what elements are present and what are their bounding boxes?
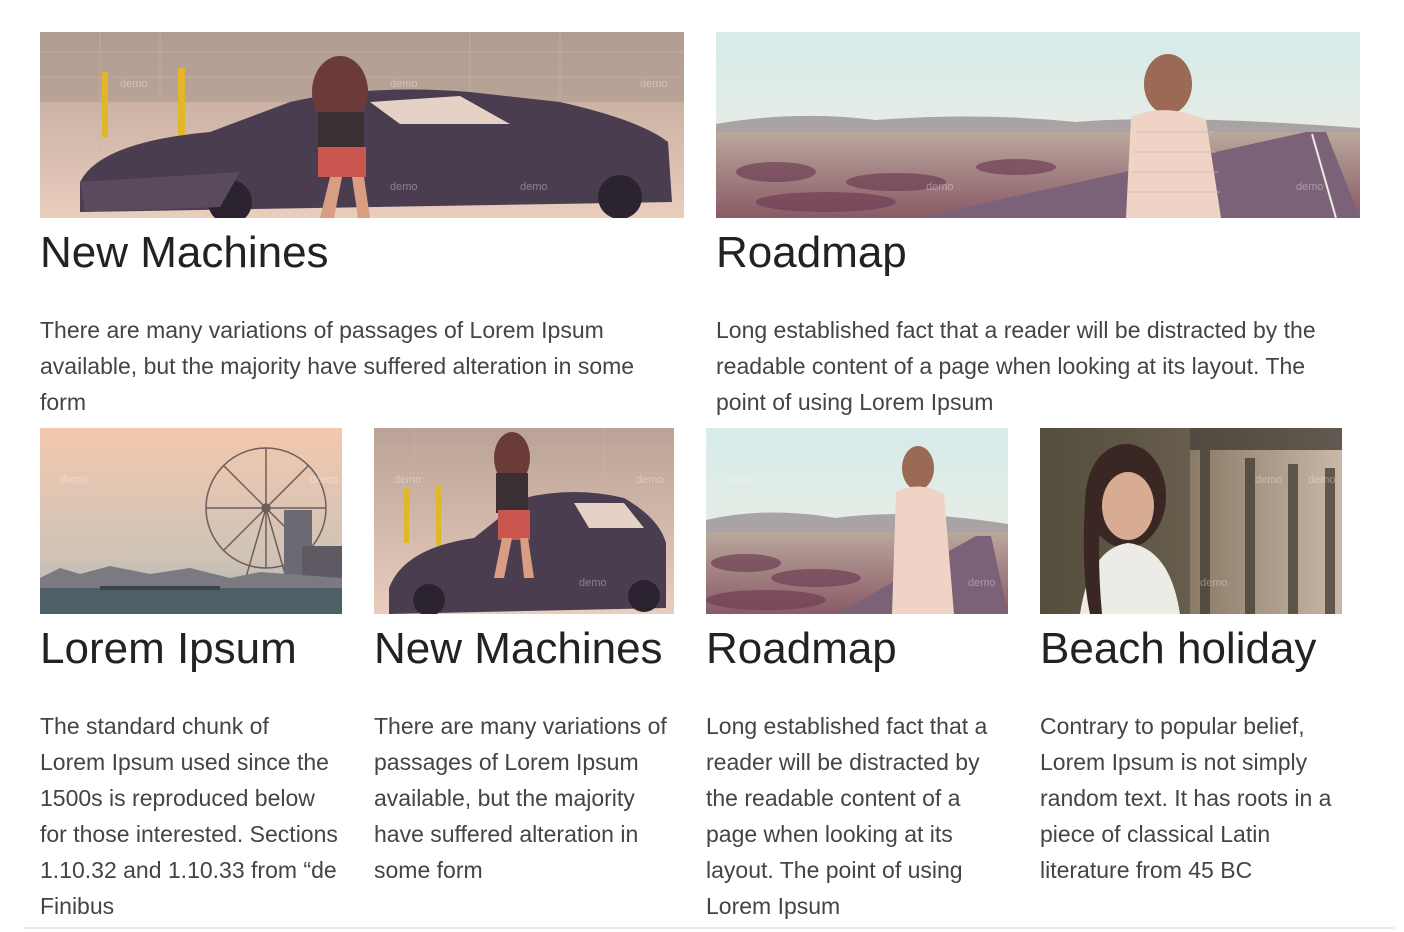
- grid-card-new-machines[interactable]: demo demo demo New Machines There are ma…: [374, 428, 674, 928]
- card-title[interactable]: Roadmap: [716, 231, 907, 275]
- card-description: Long established fact that a reader will…: [706, 713, 988, 919]
- london-eye-cityscape-image[interactable]: demo demo: [40, 428, 342, 614]
- grid-card-lorem-ipsum[interactable]: demo demo Lorem Ipsum The standard chunk…: [40, 428, 342, 928]
- woman-portrait-bridge-image[interactable]: demo demo demo: [1040, 428, 1342, 614]
- card-description: There are many variations of passages of…: [40, 317, 635, 415]
- svg-text:demo: demo: [1296, 181, 1324, 193]
- svg-text:demo: demo: [636, 474, 664, 486]
- card-description: There are many variations of passages of…: [374, 713, 667, 883]
- svg-text:demo: demo: [1200, 577, 1228, 589]
- svg-text:demo: demo: [1255, 474, 1283, 486]
- svg-text:demo: demo: [60, 474, 88, 486]
- woman-on-classic-car-image[interactable]: demo demo demo demo demo: [40, 32, 684, 218]
- featured-card-new-machines[interactable]: demo demo demo demo demo New Machines Th…: [40, 32, 684, 422]
- card-description: Long established fact that a reader will…: [716, 317, 1316, 415]
- svg-text:demo: demo: [394, 474, 422, 486]
- card-description: Contrary to popular belief, Lorem Ipsum …: [1040, 713, 1332, 883]
- card-title[interactable]: Beach holiday: [1040, 627, 1316, 671]
- svg-text:demo: demo: [390, 181, 418, 193]
- svg-text:demo: demo: [579, 577, 607, 589]
- svg-text:demo: demo: [120, 78, 148, 90]
- grid-card-beach-holiday[interactable]: demo demo demo Beach holiday Contrary to…: [1040, 428, 1342, 928]
- woman-on-desert-road-image[interactable]: demo demo: [706, 428, 1008, 614]
- grid-card-roadmap[interactable]: demo demo Roadmap Long established fact …: [706, 428, 1008, 928]
- card-title[interactable]: Roadmap: [706, 627, 897, 671]
- svg-text:demo: demo: [390, 78, 418, 90]
- svg-text:demo: demo: [968, 577, 996, 589]
- featured-card-roadmap[interactable]: demo demo Roadmap Long established fact …: [716, 32, 1360, 422]
- card-description: The standard chunk of Lorem Ipsum used s…: [40, 713, 338, 919]
- card-title[interactable]: New Machines: [40, 231, 329, 275]
- card-title[interactable]: New Machines: [374, 627, 663, 671]
- svg-text:demo: demo: [726, 474, 754, 486]
- svg-text:demo: demo: [310, 474, 338, 486]
- woman-on-classic-car-image[interactable]: demo demo demo: [374, 428, 674, 614]
- svg-text:demo: demo: [926, 181, 954, 193]
- svg-text:demo: demo: [640, 78, 668, 90]
- card-title[interactable]: Lorem Ipsum: [40, 627, 297, 671]
- woman-on-desert-road-image[interactable]: demo demo: [716, 32, 1360, 218]
- bottom-divider: [24, 927, 1394, 929]
- svg-text:demo: demo: [520, 181, 548, 193]
- svg-text:demo: demo: [1308, 474, 1336, 486]
